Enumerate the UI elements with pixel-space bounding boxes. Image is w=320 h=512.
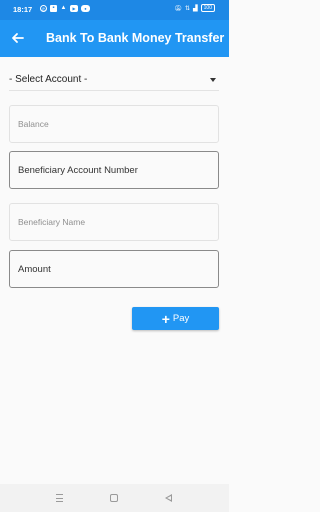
whatsapp-icon: ✆ — [40, 5, 47, 12]
battery-level: 100 — [203, 5, 212, 11]
back-button[interactable] — [8, 28, 28, 48]
app-bar: Bank To Bank Money Transfer — [0, 20, 229, 57]
balance-field[interactable]: Balance — [9, 105, 219, 143]
warning-icon: ▲ — [60, 5, 67, 11]
pay-button-label: Pay — [172, 313, 190, 324]
arrow-left-icon — [12, 33, 24, 43]
system-icons: 🔕︎ ⇅ ▟ 100 — [174, 4, 215, 12]
beneficiary-name-placeholder: Beneficiary Name — [18, 217, 86, 227]
youtube-icon: ▶ — [70, 5, 78, 12]
back-icon — [165, 494, 172, 502]
chat-icon: ● — [81, 5, 90, 12]
account-select-value: - Select Account - — [9, 74, 88, 85]
plus-icon: + — [161, 310, 170, 327]
pay-button[interactable]: + Pay — [132, 307, 219, 330]
status-bar: 18:17 ✆ ▪ ▲ ▶ ● 🔕︎ ⇅ ▟ 100 — [0, 0, 229, 20]
amount-label: Amount — [18, 264, 51, 275]
beneficiary-name-field[interactable]: Beneficiary Name — [9, 203, 219, 241]
message-icon: ▪ — [50, 5, 57, 12]
status-time: 18:17 — [13, 5, 33, 14]
dropdown-caret-icon — [210, 78, 216, 82]
home-icon — [110, 494, 118, 502]
beneficiary-account-field[interactable]: Beneficiary Account Number — [9, 151, 219, 189]
balance-placeholder: Balance — [18, 119, 49, 129]
account-select[interactable]: - Select Account - — [9, 71, 219, 91]
mute-icon: 🔕︎ — [174, 5, 182, 12]
amount-field[interactable]: Amount — [9, 250, 219, 288]
signal-icon: ▟ — [193, 5, 198, 12]
network-icon: ⇅ — [185, 5, 191, 12]
recents-icon — [56, 494, 63, 502]
notification-icons: ✆ ▪ ▲ ▶ ● — [40, 5, 90, 12]
battery-icon: 100 — [200, 4, 215, 12]
system-nav-bar — [0, 484, 229, 512]
system-back-button[interactable] — [162, 491, 176, 505]
home-button[interactable] — [107, 491, 121, 505]
recents-button[interactable] — [53, 491, 67, 505]
page-title: Bank To Bank Money Transfer — [46, 31, 225, 45]
beneficiary-account-label: Beneficiary Account Number — [18, 165, 138, 176]
